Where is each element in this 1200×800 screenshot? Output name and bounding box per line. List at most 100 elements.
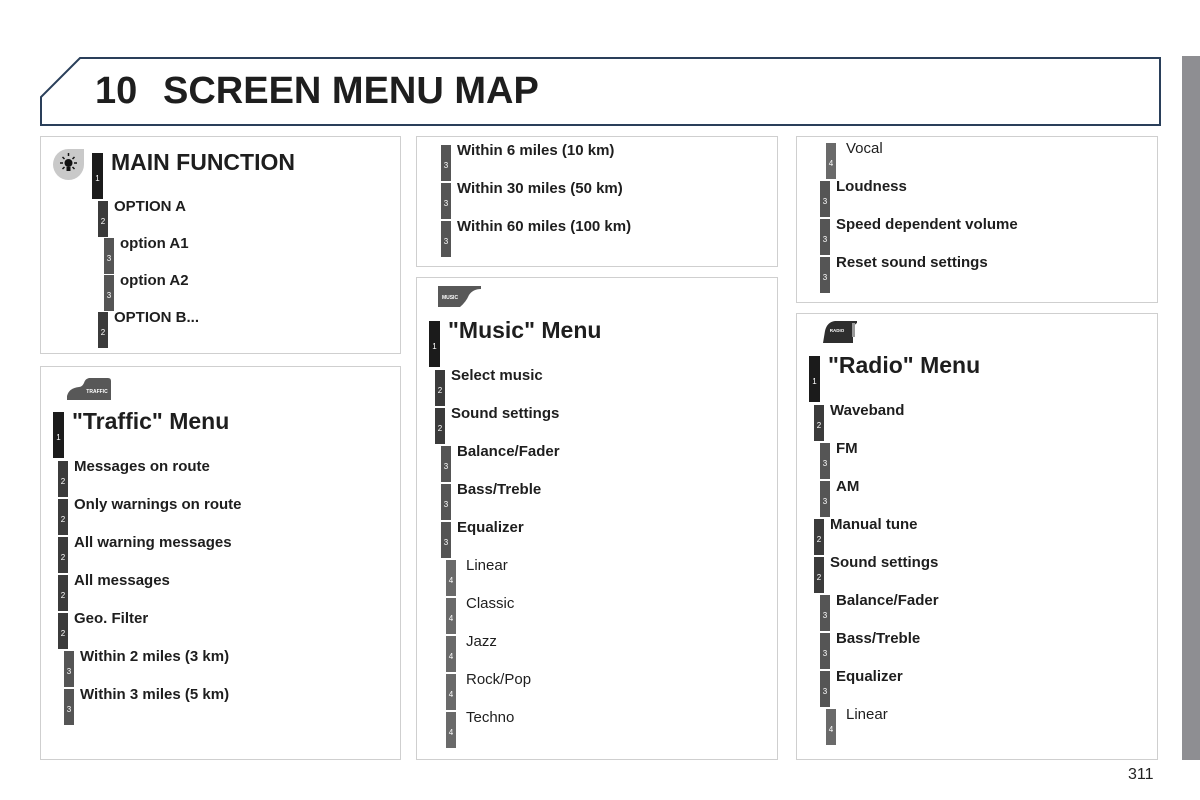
panel-music-continued: 4 Vocal 3 Loudness 3 Speed dependent vol… (796, 136, 1158, 303)
level-marker: 2 (814, 557, 824, 593)
level-marker: 3 (820, 443, 830, 479)
panel-radio-menu: RADIO 1 "Radio" Menu 2 Waveband 3 FM 3 A… (796, 313, 1158, 760)
level-marker: 3 (441, 145, 451, 181)
level-marker: 3 (820, 257, 830, 293)
menu-item-label: Reset sound settings (836, 254, 988, 271)
level-marker: 3 (104, 238, 114, 274)
panel-traffic-menu: TRAFFIC 1 "Traffic" Menu 2 Messages on r… (40, 366, 401, 760)
menu-item-label: Loudness (836, 178, 907, 195)
menu-item-label: Within 3 miles (5 km) (80, 686, 230, 703)
panel-music-menu: MUSIC 1 "Music" Menu 2 Select music 2 So… (416, 277, 778, 760)
level-marker: 3 (820, 595, 830, 631)
level-marker: 3 (820, 671, 830, 707)
page-title: SCREEN MENU MAP (163, 70, 539, 112)
menu-item-label: "Traffic" Menu (72, 408, 230, 434)
chapter-header: 10 SCREEN MENU MAP (40, 57, 1161, 126)
level-marker: 2 (58, 613, 68, 649)
menu-item-label: Speed dependent volume (836, 216, 1018, 233)
level-marker: 3 (820, 219, 830, 255)
menu-item-label: Linear (466, 557, 508, 574)
level-marker: 1 (92, 153, 103, 199)
chapter-side-tab[interactable] (1182, 56, 1200, 760)
level-marker: 4 (446, 636, 456, 672)
menu-item-label: Equalizer (836, 668, 903, 685)
level-marker: 3 (441, 183, 451, 219)
menu-item-label: option A2 (120, 272, 189, 289)
menu-item-label: Rock/Pop (466, 671, 532, 688)
menu-item-label: Within 30 miles (50 km) (457, 180, 623, 197)
menu-item-label: Sound settings (830, 554, 939, 571)
level-marker: 3 (104, 275, 114, 311)
menu-item-label: Classic (466, 595, 515, 612)
menu-item-label: Messages on route (74, 458, 210, 475)
menu-item-label: Waveband (830, 402, 905, 419)
menu-item-label: FM (836, 440, 858, 457)
level-marker: 1 (429, 321, 440, 367)
panel-traffic-continued: 3 Within 6 miles (10 km) 3 Within 30 mil… (416, 136, 778, 267)
level-marker: 4 (446, 560, 456, 596)
menu-item-label: Vocal (846, 140, 883, 157)
level-marker: 2 (814, 519, 824, 555)
lightbulb-icon (53, 149, 84, 180)
level-marker: 3 (820, 633, 830, 669)
menu-item-label: MAIN FUNCTION (111, 149, 295, 175)
menu-item-label: Sound settings (451, 405, 560, 422)
svg-text:RADIO: RADIO (830, 328, 845, 333)
menu-item-label: All warning messages (74, 534, 232, 551)
level-marker: 2 (435, 408, 445, 444)
menu-item-label: Select music (451, 367, 543, 384)
level-marker: 2 (98, 201, 108, 237)
panel-main-function: 1 MAIN FUNCTION 2 OPTION A 3 option A1 3… (40, 136, 401, 354)
menu-item-label: Linear (846, 706, 888, 723)
menu-item-label: OPTION B... (114, 309, 200, 326)
level-marker: 2 (435, 370, 445, 406)
level-marker: 2 (58, 537, 68, 573)
radio-badge-icon: RADIO (823, 321, 857, 343)
level-marker: 4 (446, 712, 456, 748)
level-marker: 4 (826, 709, 836, 745)
traffic-badge-icon: TRAFFIC (67, 378, 111, 400)
level-marker: 3 (64, 689, 74, 725)
menu-item-label: Geo. Filter (74, 610, 149, 627)
menu-item-label: All messages (74, 572, 170, 589)
level-marker: 2 (58, 461, 68, 497)
page-number: 311 (1128, 766, 1154, 783)
menu-item-label: "Music" Menu (448, 317, 602, 343)
menu-item-label: option A1 (120, 235, 189, 252)
level-marker: 4 (446, 674, 456, 710)
level-marker: 2 (814, 405, 824, 441)
menu-item-label: Within 6 miles (10 km) (457, 142, 615, 159)
level-marker: 3 (441, 446, 451, 482)
svg-text:TRAFFIC: TRAFFIC (86, 389, 108, 395)
menu-item-label: Within 2 miles (3 km) (80, 648, 230, 665)
level-marker: 2 (58, 499, 68, 535)
music-badge-icon: MUSIC (438, 286, 481, 307)
menu-item-label: Only warnings on route (74, 496, 242, 513)
menu-item-label: AM (836, 478, 860, 495)
menu-item-label: Balance/Fader (836, 592, 939, 609)
level-marker: 2 (98, 312, 108, 348)
level-marker: 3 (820, 181, 830, 217)
level-marker: 4 (826, 143, 836, 179)
menu-item-label: "Radio" Menu (828, 352, 981, 378)
menu-item-label: Equalizer (457, 519, 524, 536)
menu-item-label: Balance/Fader (457, 443, 560, 460)
menu-item-label: Bass/Treble (457, 481, 542, 498)
level-marker: 3 (820, 481, 830, 517)
menu-item-label: Techno (466, 709, 515, 726)
menu-item-label: Jazz (466, 633, 497, 650)
chapter-number: 10 (95, 70, 138, 112)
menu-item-label: Bass/Treble (836, 630, 921, 647)
level-marker: 3 (441, 221, 451, 257)
level-marker: 3 (64, 651, 74, 687)
level-marker: 1 (809, 356, 820, 402)
menu-item-label: OPTION A (114, 198, 186, 215)
level-marker: 3 (441, 522, 451, 558)
level-marker: 2 (58, 575, 68, 611)
svg-text:MUSIC: MUSIC (442, 295, 459, 301)
level-marker: 3 (441, 484, 451, 520)
menu-item-label: Manual tune (830, 516, 918, 533)
level-marker: 4 (446, 598, 456, 634)
level-marker: 1 (53, 412, 64, 458)
menu-item-label: Within 60 miles (100 km) (457, 218, 632, 235)
